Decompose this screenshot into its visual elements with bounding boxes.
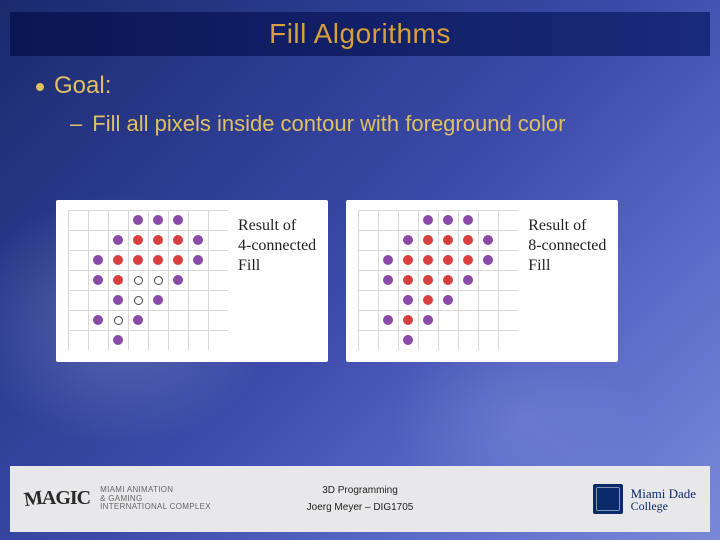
contour-dot-icon — [88, 310, 108, 330]
fill-dot-icon — [418, 230, 438, 250]
diagrams-row: Result of 4-connected Fill Result of 8-c… — [56, 200, 690, 362]
grid-4-connected — [68, 210, 228, 350]
caption-line: Result of — [528, 217, 586, 234]
contour-dot-icon — [128, 210, 148, 230]
fill-dot-icon — [128, 230, 148, 250]
logo-magic: MAGIC MIAMI ANIMATION & GAMING INTERNATI… — [24, 486, 211, 512]
bullet-level-1: Goal: — [36, 72, 684, 100]
caption-line: Fill — [528, 257, 550, 274]
magic-subtitle: MIAMI ANIMATION & GAMING INTERNATIONAL C… — [100, 486, 211, 512]
fill-dot-icon — [168, 230, 188, 250]
fill-dot-icon — [398, 310, 418, 330]
fill-dot-icon — [148, 250, 168, 270]
fill-dot-icon — [168, 250, 188, 270]
fill-dot-icon — [128, 250, 148, 270]
hole-dot-icon — [148, 270, 168, 290]
logo-sub-line: MIAMI ANIMATION — [100, 485, 173, 494]
mdc-line: College — [631, 500, 696, 512]
contour-dot-icon — [108, 230, 128, 250]
contour-dot-icon — [88, 250, 108, 270]
mdc-shield-icon — [593, 484, 623, 514]
caption-line: 4-connected — [238, 237, 316, 254]
caption-8-connected: Result of 8-connected Fill — [528, 210, 606, 276]
fill-dot-icon — [148, 230, 168, 250]
bullet-level-2: – Fill all pixels inside contour with fo… — [70, 110, 684, 139]
contour-dot-icon — [398, 230, 418, 250]
contour-dot-icon — [148, 210, 168, 230]
caption-4-connected: Result of 4-connected Fill — [238, 210, 316, 276]
contour-dot-icon — [108, 290, 128, 310]
title-band: Fill Algorithms — [10, 12, 710, 56]
fill-dot-icon — [418, 250, 438, 270]
bullet1-text: Goal: — [54, 72, 111, 100]
contour-dot-icon — [128, 310, 148, 330]
magic-wordmark: MAGIC — [24, 487, 90, 510]
footer: MAGIC MIAMI ANIMATION & GAMING INTERNATI… — [10, 466, 710, 532]
contour-dot-icon — [168, 210, 188, 230]
contour-dot-icon — [148, 290, 168, 310]
logo-sub-line: & GAMING — [100, 494, 142, 503]
grid-8-connected — [358, 210, 518, 350]
caption-line: 8-connected — [528, 237, 606, 254]
caption-line: Result of — [238, 217, 296, 234]
mdc-text: Miami Dade College — [631, 487, 696, 512]
hole-dot-icon — [108, 310, 128, 330]
contour-dot-icon — [458, 270, 478, 290]
contour-dot-icon — [378, 310, 398, 330]
logo-mdc: Miami Dade College — [593, 484, 696, 514]
contour-dot-icon — [418, 310, 438, 330]
contour-dot-icon — [168, 270, 188, 290]
contour-dot-icon — [478, 230, 498, 250]
logo-sub-line: INTERNATIONAL COMPLEX — [100, 502, 211, 511]
hole-dot-icon — [128, 270, 148, 290]
contour-dot-icon — [108, 330, 128, 350]
contour-dot-icon — [188, 250, 208, 270]
contour-dot-icon — [398, 330, 418, 350]
fill-dot-icon — [418, 290, 438, 310]
mdc-line: Miami Dade — [631, 487, 696, 500]
fill-dot-icon — [398, 270, 418, 290]
contour-dot-icon — [478, 250, 498, 270]
contour-dot-icon — [438, 290, 458, 310]
fill-dot-icon — [458, 230, 478, 250]
bullet-dash-icon: – — [70, 113, 82, 135]
fill-dot-icon — [458, 250, 478, 270]
contour-dot-icon — [378, 250, 398, 270]
contour-dot-icon — [458, 210, 478, 230]
content-area: Goal: – Fill all pixels inside contour w… — [36, 72, 684, 139]
caption-line: Fill — [238, 257, 260, 274]
fill-dot-icon — [438, 270, 458, 290]
panel-8-connected: Result of 8-connected Fill — [346, 200, 618, 362]
bullet2-text: Fill all pixels inside contour with fore… — [92, 110, 565, 139]
fill-dot-icon — [438, 250, 458, 270]
contour-dot-icon — [188, 230, 208, 250]
contour-dot-icon — [378, 270, 398, 290]
slide: Fill Algorithms Goal: – Fill all pixels … — [0, 0, 720, 540]
slide-title: Fill Algorithms — [269, 18, 451, 50]
fill-dot-icon — [398, 250, 418, 270]
fill-dot-icon — [438, 230, 458, 250]
contour-dot-icon — [88, 270, 108, 290]
fill-dot-icon — [108, 250, 128, 270]
panel-4-connected: Result of 4-connected Fill — [56, 200, 328, 362]
contour-dot-icon — [438, 210, 458, 230]
hole-dot-icon — [128, 290, 148, 310]
contour-dot-icon — [418, 210, 438, 230]
fill-dot-icon — [418, 270, 438, 290]
contour-dot-icon — [398, 290, 418, 310]
fill-dot-icon — [108, 270, 128, 290]
bullet-dot-icon — [36, 83, 44, 91]
